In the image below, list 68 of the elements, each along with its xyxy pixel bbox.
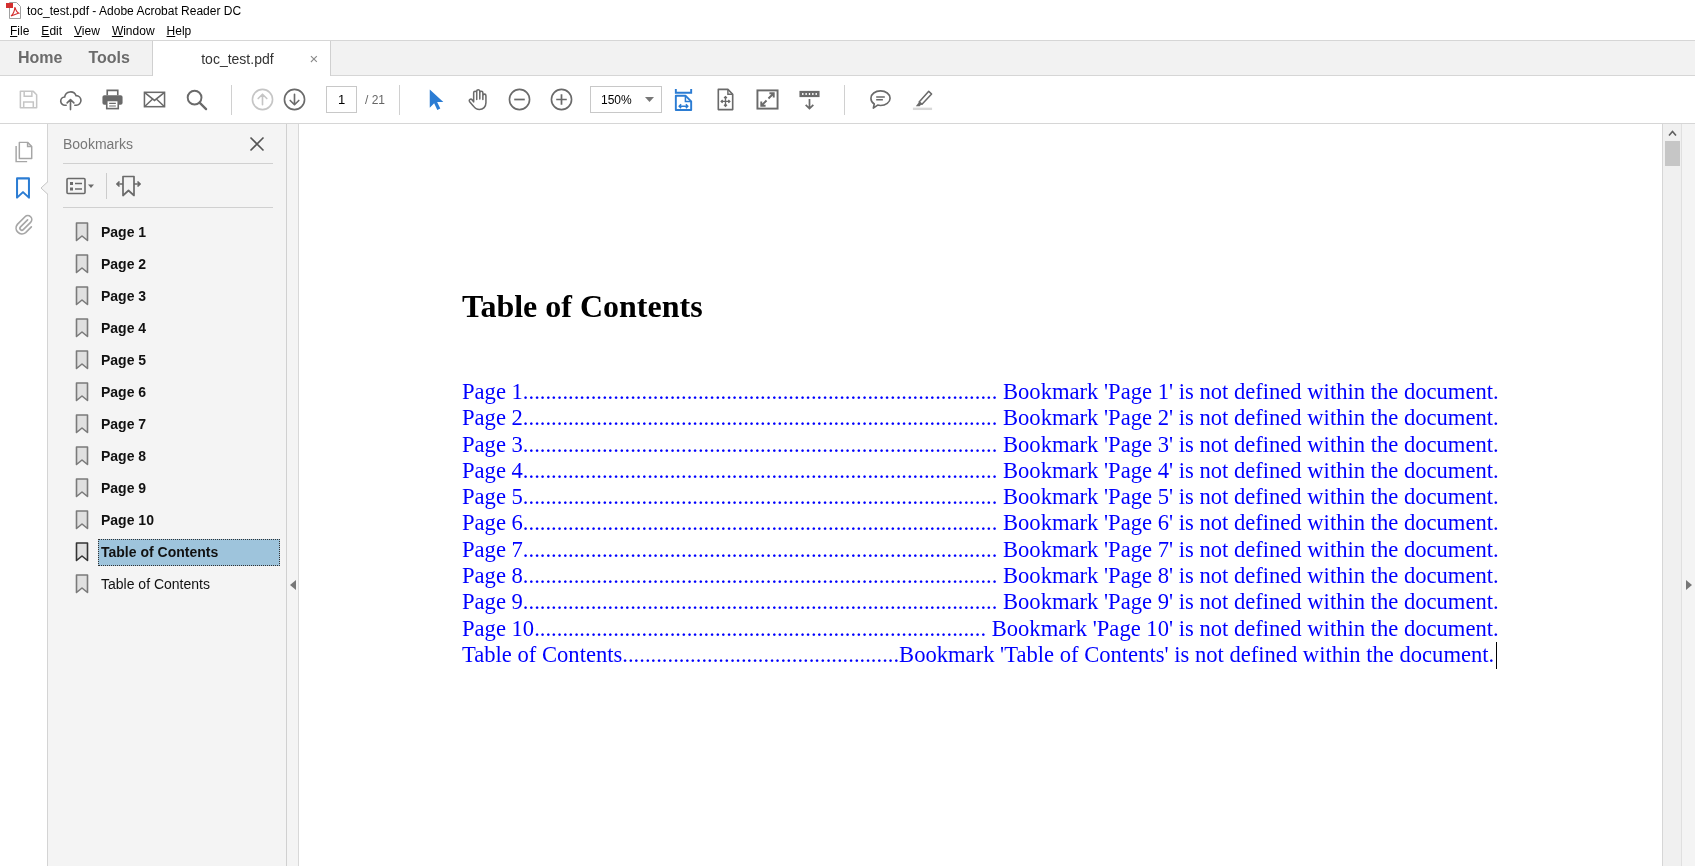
- bookmark-icon: [75, 254, 89, 274]
- page-number-field[interactable]: 1: [326, 86, 357, 113]
- toc-link[interactable]: Page 10................................................................................ Bookmark 'Page 10' is not defined within the document.: [462, 615, 1499, 642]
- cloud-upload-icon[interactable]: [58, 88, 82, 111]
- bookmark-item[interactable]: Page 9: [98, 474, 150, 502]
- bookmark-arrows-icon[interactable]: [116, 174, 141, 197]
- bookmark-icon: [75, 446, 89, 466]
- document-tab[interactable]: toc_test.pdf ×: [151, 41, 331, 76]
- bookmark-item[interactable]: Page 8: [98, 442, 150, 470]
- down-arrow-circle-icon[interactable]: [282, 88, 306, 111]
- bookmark-icon: [75, 414, 89, 434]
- right-triangle-icon[interactable]: [1685, 580, 1692, 590]
- bookmark-icon: [75, 222, 89, 242]
- panel-title: Bookmarks: [63, 135, 134, 152]
- bookmark-item[interactable]: Table of Contents: [98, 538, 280, 566]
- toc-link[interactable]: Page 1.................................................................................... Bookmark 'Page 1' is not defined within the document.: [462, 379, 1499, 406]
- bookmark-icon: [75, 510, 89, 530]
- ruler-arrow-icon[interactable]: [797, 88, 821, 111]
- printer-icon[interactable]: [100, 88, 124, 111]
- bookmark-item[interactable]: Page 10: [98, 506, 157, 534]
- bookmark-item[interactable]: Page 2: [98, 250, 150, 278]
- menu-item[interactable]: Help: [166, 22, 192, 39]
- toc-link[interactable]: Page 8.................................................................................... Bookmark 'Page 8' is not defined within the document.: [462, 563, 1499, 590]
- bookmark-item[interactable]: Page 1: [98, 218, 150, 246]
- toc-link[interactable]: Page 3.................................................................................... Bookmark 'Page 3' is not defined within the document.: [462, 431, 1499, 458]
- bookmark-icon: [75, 286, 89, 306]
- list-options-icon[interactable]: [66, 176, 95, 195]
- menu-item[interactable]: File: [10, 22, 30, 39]
- menu-item[interactable]: Window: [111, 22, 155, 39]
- bookmark-item[interactable]: Table of Contents: [98, 570, 213, 598]
- page-count: / 21: [365, 92, 385, 107]
- close-icon[interactable]: [249, 135, 265, 152]
- menu-item[interactable]: View: [74, 22, 100, 39]
- bookmark-item[interactable]: Page 6: [98, 378, 150, 406]
- toc-link[interactable]: Page 7.................................................................................... Bookmark 'Page 7' is not defined within the document.: [462, 536, 1499, 564]
- nav-tab[interactable]: Home: [5, 41, 76, 75]
- minus-circle-icon[interactable]: [507, 88, 531, 111]
- toc-link[interactable]: Page 4.................................................................................... Bookmark 'Page 4' is not defined within the document.: [462, 457, 1499, 485]
- scroll-thumb[interactable]: [1664, 141, 1680, 166]
- plus-circle-icon[interactable]: [549, 88, 573, 111]
- bookmark-icon: [75, 478, 89, 498]
- menu-item[interactable]: Edit: [41, 22, 63, 39]
- pen-icon[interactable]: [910, 88, 934, 111]
- vertical-scrollbar[interactable]: [1662, 124, 1682, 866]
- bookmark-icon: [75, 382, 89, 402]
- bookmark-icon: [75, 574, 89, 594]
- close-tab-button[interactable]: ×: [305, 50, 322, 67]
- bookmark-icon: [75, 542, 89, 562]
- bookmark-item[interactable]: Page 5: [98, 346, 150, 374]
- bookmark-icon: [75, 318, 89, 338]
- toc-link[interactable]: Table of Contents.................................................Bookmark 'Table of Contents' is not defined within the document.: [462, 642, 1495, 669]
- toc-link[interactable]: Page 9.................................................................................... Bookmark 'Page 9' is not defined within the document.: [462, 589, 1499, 616]
- toc-link[interactable]: Page 2.................................................................................... Bookmark 'Page 2' is not defined within the document.: [462, 405, 1499, 432]
- left-triangle-icon[interactable]: [289, 580, 296, 590]
- zoom-level-field[interactable]: 150%: [590, 86, 662, 113]
- speech-bubble-icon[interactable]: [868, 88, 892, 111]
- window-title: toc_test.pdf - Adobe Acrobat Reader DC: [27, 3, 242, 18]
- caret-icon[interactable]: [645, 97, 654, 102]
- expand-arrows-icon[interactable]: [755, 88, 779, 111]
- bookmark-item[interactable]: Page 4: [98, 314, 150, 342]
- document-heading: Table of Contents: [462, 287, 703, 325]
- bookmark-item[interactable]: Page 3: [98, 282, 150, 310]
- bookmark-icon: [75, 350, 89, 370]
- toc-link[interactable]: Page 6.................................................................................... Bookmark 'Page 6' is not defined within the document.: [462, 510, 1499, 537]
- toc-link[interactable]: Page 5.................................................................................... Bookmark 'Page 5' is not defined within the document.: [462, 484, 1499, 511]
- search-icon[interactable]: [184, 88, 208, 111]
- nav-tab[interactable]: Tools: [75, 41, 143, 75]
- bookmark-item[interactable]: Page 7: [98, 410, 150, 438]
